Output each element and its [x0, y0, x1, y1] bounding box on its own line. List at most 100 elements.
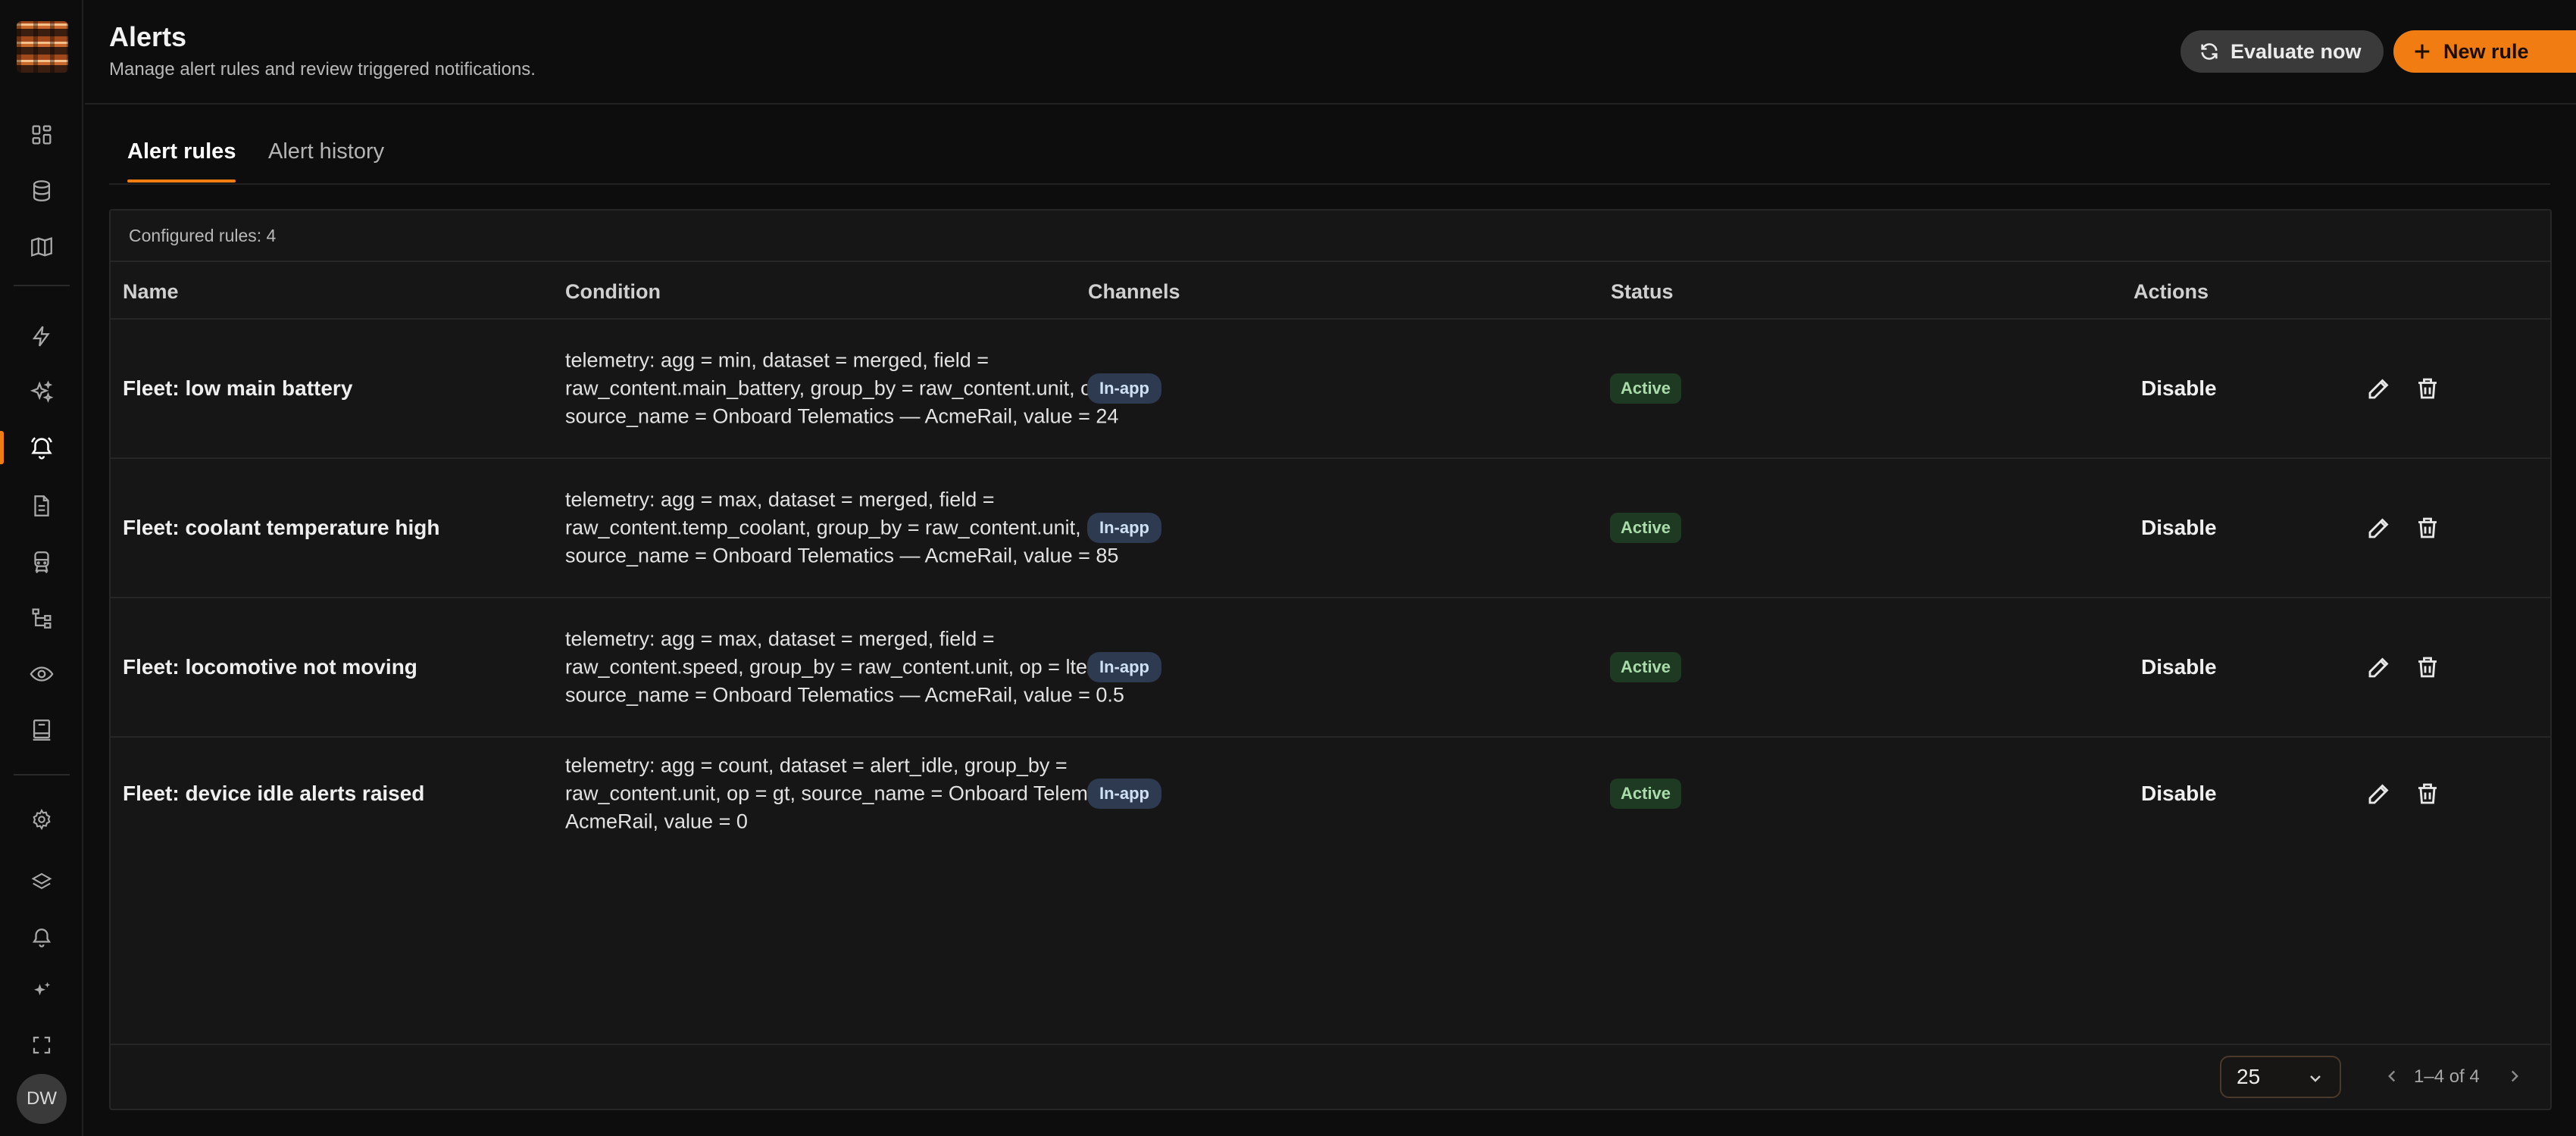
sidebar-item-layers[interactable] [0, 860, 83, 903]
disable-button[interactable]: Disable [2126, 776, 2232, 812]
column-header-name: Name [123, 280, 179, 303]
sidebar-item-fleet[interactable] [0, 541, 83, 583]
bell-icon [32, 928, 52, 947]
delete-button[interactable] [2414, 514, 2441, 541]
channel-badge: In-app [1087, 779, 1161, 809]
channel-badge: In-app [1087, 652, 1161, 682]
edit-button[interactable] [2365, 375, 2393, 402]
pencil-icon [2368, 657, 2389, 678]
train-icon [34, 551, 49, 573]
trash-icon [2418, 378, 2437, 399]
document-icon [34, 495, 49, 517]
edit-button[interactable] [2365, 514, 2393, 541]
disable-button[interactable]: Disable [2126, 649, 2232, 685]
rule-condition: telemetry: agg = max, dataset = merged, … [565, 488, 1156, 567]
rule-condition: telemetry: agg = count, dataset = alert_… [565, 754, 1156, 833]
refresh-icon [2201, 43, 2218, 60]
rule-name: Fleet: device idle alerts raised [123, 782, 425, 805]
map-icon [31, 237, 52, 257]
pencil-icon [2368, 518, 2389, 538]
page-subtitle: Manage alert rules and review triggered … [109, 59, 536, 80]
trash-icon [2418, 657, 2437, 678]
sidebar-divider [14, 285, 70, 286]
sidebar-item-database[interactable] [0, 170, 83, 212]
rule-name: Fleet: locomotive not moving [123, 655, 417, 679]
app-logo[interactable] [17, 21, 68, 73]
pagination: 25 1–4 of 4 [111, 1044, 2550, 1109]
channel-badge: In-app [1087, 513, 1161, 543]
delete-button[interactable] [2414, 654, 2441, 681]
rule-name: Fleet: coolant temperature high [123, 516, 440, 539]
hierarchy-icon [32, 608, 52, 629]
sidebar-item-documents[interactable] [0, 485, 83, 527]
chevron-right-icon [2511, 1070, 2518, 1082]
dashboard-icon [32, 125, 52, 145]
tab-alert-history[interactable]: Alert history [268, 139, 384, 181]
rows-per-page-select[interactable]: 25 [2220, 1056, 2341, 1098]
status-badge: Active [1610, 513, 1682, 543]
sidebar: DW [0, 0, 83, 1136]
layers-icon [31, 872, 52, 889]
sidebar-item-automations[interactable] [0, 315, 83, 357]
edit-button[interactable] [2365, 780, 2393, 807]
column-header-channels: Channels [1088, 280, 1180, 303]
disable-button[interactable]: Disable [2126, 510, 2232, 546]
sidebar-item-settings[interactable] [0, 798, 83, 841]
table-row: Fleet: locomotive not moving telemetry: … [111, 598, 2550, 738]
channel-badge: In-app [1087, 373, 1161, 404]
column-header-status: Status [1611, 280, 1674, 303]
delete-button[interactable] [2414, 375, 2441, 402]
trash-icon [2418, 517, 2437, 538]
lightning-icon [32, 326, 50, 347]
rule-condition: telemetry: agg = min, dataset = merged, … [565, 348, 1143, 428]
sidebar-item-reports[interactable] [0, 709, 83, 751]
avatar[interactable]: DW [17, 1074, 67, 1124]
new-rule-button[interactable]: New rule [2393, 30, 2576, 73]
sidebar-item-map[interactable] [0, 226, 83, 268]
rows-per-page-value: 25 [2237, 1065, 2261, 1088]
page-range: 1–4 of 4 [2414, 1066, 2480, 1087]
tab-bar: Alert rules Alert history [109, 121, 2550, 185]
page-header: Alerts Manage alert rules and review tri… [85, 0, 2576, 105]
page-title: Alerts [109, 21, 187, 52]
sidebar-divider [14, 774, 70, 776]
sidebar-item-hierarchy[interactable] [0, 597, 83, 639]
pencil-icon [2368, 379, 2389, 399]
sidebar-item-assistant[interactable] [0, 969, 83, 1012]
sidebar-item-notifications[interactable] [0, 915, 83, 957]
tab-alert-rules[interactable]: Alert rules [127, 139, 236, 183]
new-rule-label: New rule [2443, 39, 2529, 63]
delete-button[interactable] [2414, 780, 2441, 807]
sidebar-item-monitor[interactable] [0, 653, 83, 695]
next-page-button[interactable] [2505, 1066, 2524, 1086]
pencil-icon [2368, 784, 2389, 804]
sparkle-icon [34, 982, 51, 996]
evaluate-now-button[interactable]: Evaluate now [2181, 30, 2384, 73]
sidebar-item-ai[interactable] [0, 371, 83, 414]
disable-button[interactable]: Disable [2126, 370, 2232, 407]
alert-rules-table: Configured rules: 4 Name Condition Chann… [109, 209, 2552, 1110]
sidebar-item-alerts[interactable] [0, 426, 83, 469]
plus-icon [2415, 44, 2430, 59]
sparkles-icon [30, 380, 54, 403]
eye-icon [30, 666, 54, 682]
table-row: Fleet: device idle alerts raised telemet… [111, 738, 2550, 850]
evaluate-now-label: Evaluate now [2231, 39, 2362, 63]
edit-button[interactable] [2365, 654, 2393, 681]
status-badge: Active [1610, 779, 1682, 809]
trash-icon [2418, 783, 2437, 804]
sidebar-item-dashboard[interactable] [0, 114, 83, 156]
chevron-left-icon [2388, 1070, 2396, 1082]
table-row: Fleet: low main battery telemetry: agg =… [111, 320, 2550, 459]
rule-name: Fleet: low main battery [123, 376, 353, 400]
status-badge: Active [1610, 373, 1682, 404]
previous-page-button[interactable] [2382, 1066, 2402, 1086]
column-header-condition: Condition [565, 280, 661, 303]
column-header-actions: Actions [2134, 280, 2209, 303]
sidebar-item-fullscreen[interactable] [0, 1024, 83, 1066]
rules-count: Configured rules: 4 [111, 211, 2550, 262]
table-row: Fleet: coolant temperature high telemetr… [111, 459, 2550, 598]
status-badge: Active [1610, 652, 1682, 682]
database-icon [33, 180, 51, 201]
fullscreen-icon [33, 1036, 51, 1054]
